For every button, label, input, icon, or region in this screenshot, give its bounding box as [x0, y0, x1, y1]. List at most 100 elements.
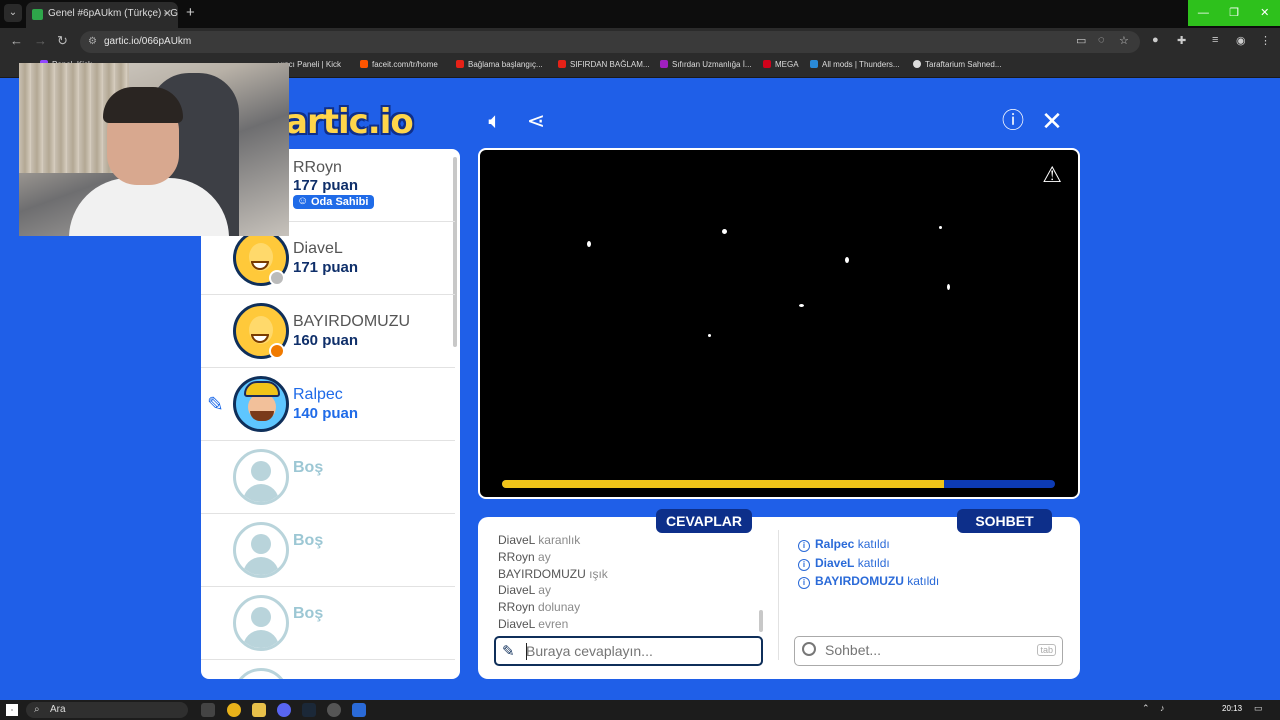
player-name: DiaveL	[293, 240, 343, 257]
chat-input[interactable]	[825, 640, 1025, 660]
player-row: BAYIRDOMUZU 160 puan	[201, 295, 455, 368]
empty-avatar-icon	[233, 522, 289, 578]
reload-icon[interactable]: ↻	[57, 33, 68, 49]
tab-search-icon[interactable]: ⌄	[4, 4, 22, 22]
extension-icon[interactable]: ●	[1152, 34, 1159, 46]
empty-slot: Boş	[201, 587, 455, 660]
room-owner-badge: Oda Sahibi	[293, 195, 375, 209]
player-score: 140 puan	[293, 405, 359, 422]
star-icon[interactable]: ☆	[1119, 34, 1129, 47]
bookmark-item[interactable]: All mods | Thunders...	[810, 60, 900, 69]
answer-input-box[interactable]: ✎	[494, 636, 763, 666]
bookmark-item[interactable]: SIFIRDAN BAĞLAM...	[558, 60, 650, 69]
round-timer-bar	[502, 480, 1055, 488]
empty-slot-label: Boş	[293, 459, 324, 476]
bookmark-item[interactable]: Taraftarium Sahned...	[913, 60, 1001, 69]
exit-icon[interactable]: ✕	[1037, 108, 1067, 134]
gartic-favicon-icon	[32, 9, 43, 20]
tab-title: Genel #6pAUkm (Türkçe) - Gar	[48, 8, 178, 19]
sound-icon[interactable]: 🔈︎	[480, 108, 510, 134]
close-window-icon[interactable]: ✕	[1249, 0, 1280, 26]
chat-bubble-icon	[802, 642, 816, 656]
new-tab-icon[interactable]: +	[186, 4, 195, 21]
puzzle-icon[interactable]: ✚	[1177, 34, 1186, 47]
empty-avatar-icon	[233, 595, 289, 651]
chat-item: i BAYIRDOMUZU katıldı	[798, 572, 1068, 591]
webcam-overlay	[19, 63, 289, 236]
tab-key-hint: tab	[1037, 644, 1056, 656]
minimize-icon[interactable]: —	[1188, 0, 1219, 26]
player-name: Ralpec	[293, 386, 343, 403]
task-view-icon[interactable]	[201, 703, 215, 717]
tab-chat[interactable]: SOHBET	[957, 509, 1052, 533]
answers-list: DiaveL karanlık RRoyn ay BAYIRDOMUZU ışı…	[498, 532, 758, 633]
info-circle-icon: i	[798, 577, 810, 589]
answer-item: DiaveL ay	[498, 583, 551, 598]
answer-item: DiaveL karanlık	[498, 533, 581, 547]
status-indicator	[269, 343, 285, 359]
status-indicator	[269, 270, 285, 286]
player-row-drawing: ✎ Ralpec 140 puan	[201, 368, 455, 441]
player-score: 171 puan	[293, 259, 359, 276]
menu-icon[interactable]: ⋮	[1260, 34, 1271, 47]
tab-answers[interactable]: CEVAPLAR	[656, 509, 752, 533]
answer-item: BAYIRDOMUZU ışık	[498, 566, 608, 581]
drawn-dot	[799, 304, 804, 307]
taskbar-search[interactable]: ⌕ Ara	[26, 702, 188, 718]
site-info-icon[interactable]: ⚙	[88, 31, 97, 53]
chrome-taskbar-icon[interactable]	[227, 703, 241, 717]
drawn-dot	[845, 257, 849, 263]
empty-avatar-icon	[233, 449, 289, 505]
drawing-canvas[interactable]: ⚠	[478, 148, 1080, 499]
chat-input-box[interactable]: tab	[794, 636, 1063, 666]
empty-slot-label: Boş	[293, 605, 324, 622]
answer-input[interactable]	[526, 641, 726, 661]
player-avatar	[233, 376, 289, 432]
browser-tab[interactable]: Genel #6pAUkm (Türkçe) - Gar ✕	[26, 2, 178, 28]
info-icon[interactable]: ⓘ	[998, 108, 1028, 134]
install-icon[interactable]: ▭	[1076, 34, 1086, 47]
share-icon[interactable]: ⋖	[521, 108, 551, 134]
discord-icon[interactable]	[277, 703, 291, 717]
answers-scrollbar[interactable]	[759, 610, 763, 632]
drawn-dot	[708, 334, 711, 337]
url-field[interactable]: ⚙ gartic.io/066pAUkm	[80, 31, 1140, 53]
tray-arrow-icon[interactable]: ⌃	[1142, 703, 1150, 714]
report-warning-icon[interactable]: ⚠	[1042, 162, 1062, 188]
file-explorer-icon[interactable]	[252, 703, 266, 717]
player-name: RRoyn	[293, 159, 342, 176]
answer-item: DiaveL evren	[498, 616, 569, 631]
close-tab-icon[interactable]: ✕	[163, 2, 172, 26]
drawn-dot	[939, 226, 942, 229]
drawing-pencil-icon: ✎	[207, 394, 224, 416]
drawn-dot	[587, 241, 591, 247]
app-icon[interactable]	[327, 703, 341, 717]
bookmark-item[interactable]: Sıfırdan Uzmanlığa İ...	[660, 60, 752, 69]
bookmark-item[interactable]: faceit.com/tr/home	[360, 60, 438, 69]
address-bar-row: ← → ↻ ⚙ gartic.io/066pAUkm ▭ ◌ ☆ ● ✚ ≡ ◉…	[0, 28, 1280, 56]
search-icon: ⌕	[34, 704, 40, 715]
bookmark-item[interactable]: Bağlama başlangıç...	[456, 60, 543, 69]
round-timer-fill	[502, 480, 945, 488]
app-icon[interactable]	[352, 703, 366, 717]
empty-slot-partial	[201, 660, 455, 679]
chat-item: i DiaveL katıldı	[798, 554, 1068, 573]
profile-icon[interactable]: ◉	[1236, 34, 1246, 47]
eye-off-icon[interactable]: ◌	[1098, 34, 1105, 46]
info-circle-icon: i	[798, 558, 810, 571]
clock-time: 20:13	[1222, 704, 1243, 713]
player-score: 177 puan	[293, 177, 359, 194]
steam-icon[interactable]	[302, 703, 316, 717]
info-circle-icon: i	[798, 540, 810, 552]
forward-icon[interactable]: →	[34, 33, 47, 48]
taskbar-search-label: Ara	[50, 704, 66, 715]
notifications-icon[interactable]: ▭	[1254, 703, 1263, 714]
downloads-icon[interactable]: ≡	[1212, 34, 1218, 46]
windows-start-icon[interactable]	[6, 704, 18, 716]
answer-item: RRoyn dolunay	[498, 600, 581, 615]
back-icon[interactable]: ←	[10, 33, 23, 48]
chat-item: i Ralpec katıldı	[798, 535, 1068, 554]
bookmark-item[interactable]: MEGA	[763, 60, 799, 69]
volume-icon[interactable]: ♪	[1160, 703, 1165, 713]
restore-icon[interactable]: ❐	[1219, 0, 1250, 26]
